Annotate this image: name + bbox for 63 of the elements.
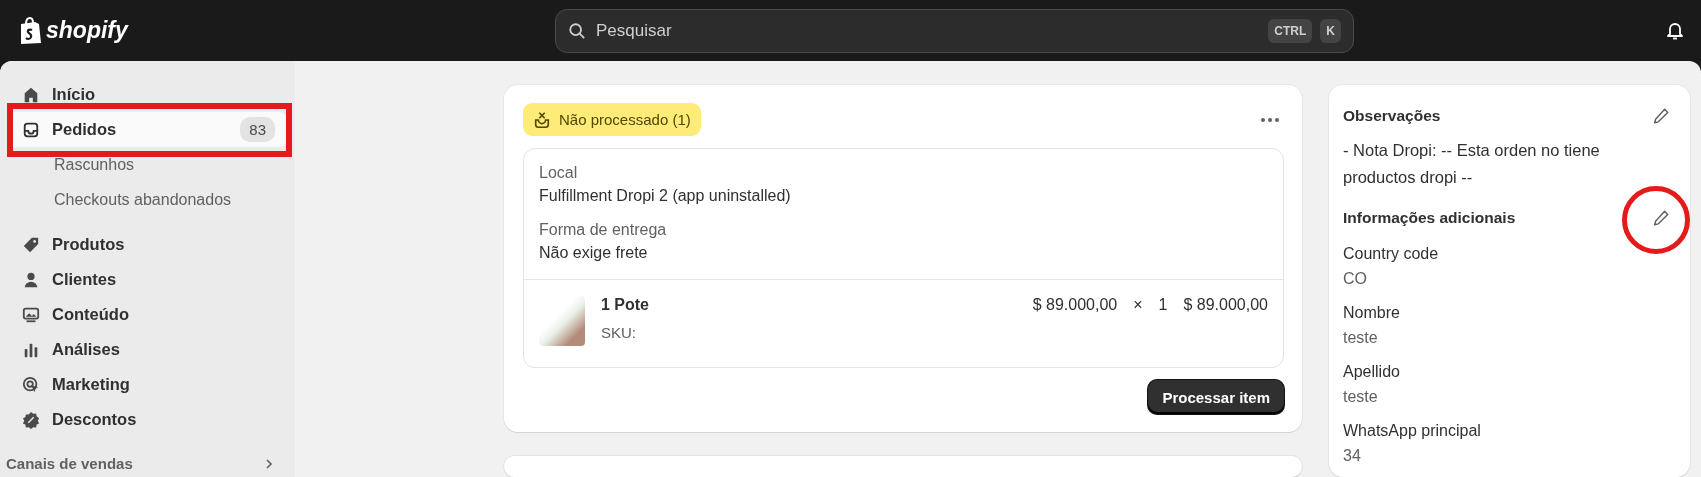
nav-label: Análises	[52, 340, 121, 359]
detail-value: Fulfillment Dropi 2 (app uninstalled)	[539, 187, 792, 205]
chevron-right-icon[interactable]	[263, 457, 275, 470]
person-icon	[22, 270, 40, 289]
nav-label: Clientes	[52, 270, 118, 289]
keyboard-key: CTRL	[1268, 18, 1313, 43]
attribute-value: teste	[1343, 388, 1379, 406]
shopify-logo[interactable]: shopify	[18, 16, 555, 45]
order-note: - Nota Dropi: -- Esta orden no tiene productos dropi --	[1343, 140, 1601, 188]
nav-label: Conteúdo	[52, 305, 130, 324]
nav-subitem[interactable]: Rascunhos	[8, 147, 287, 182]
nav-label: Pedidos	[52, 120, 118, 139]
pencil-icon	[1652, 209, 1670, 227]
image-icon	[22, 305, 40, 324]
search-field[interactable]: Pesquisar	[594, 19, 1261, 42]
card-title: Informações adicionais	[1343, 209, 1516, 227]
nav-item[interactable]: Conteúdo	[8, 297, 287, 332]
detail-label: Forma de entrega	[539, 221, 668, 239]
nav-label: Marketing	[52, 375, 131, 394]
nav-item[interactable]: Início	[8, 77, 287, 112]
process-item-button[interactable]: Processar item	[1148, 380, 1284, 414]
search-icon	[568, 21, 586, 40]
highlight-circle	[1622, 186, 1690, 254]
attribute-label: Nombre	[1343, 304, 1401, 322]
attribute-value: 34	[1343, 447, 1362, 465]
detail-value: Não exige frete	[539, 244, 649, 262]
keyboard-key: K	[1320, 18, 1341, 43]
quantity: 1	[1158, 296, 1168, 314]
shopping-bag-icon	[18, 16, 42, 45]
search-bar[interactable]: Pesquisar CTRL K	[555, 8, 1354, 53]
section-heading: Canais de vendas	[6, 455, 133, 472]
home-icon	[22, 85, 40, 104]
card-title: Observações	[1343, 107, 1441, 125]
status-badge: Não processado (1)	[523, 103, 701, 136]
nav-label: Descontos	[52, 410, 138, 429]
unfulfilled-icon	[533, 110, 551, 129]
nav-label: Produtos	[52, 235, 126, 254]
pencil-icon	[1652, 107, 1670, 125]
line-total: $ 89.000,00	[1183, 296, 1268, 314]
nav-item[interactable]: Marketing	[8, 367, 287, 402]
target-cursor-icon	[22, 375, 40, 394]
nav-item[interactable]: Produtos	[8, 227, 287, 262]
attribute-label: Apellido	[1343, 363, 1401, 381]
multiply-sign: ×	[1133, 296, 1143, 314]
inbox-icon	[22, 120, 40, 139]
order-count: 83	[240, 117, 275, 142]
nav-item[interactable]: Clientes	[8, 262, 287, 297]
nav-label: Início	[52, 85, 97, 104]
product-name[interactable]: 1 Pote	[601, 296, 1017, 314]
discount-badge-icon	[22, 410, 40, 429]
bell-icon[interactable]	[1665, 20, 1685, 41]
attribute-label: WhatsApp principal	[1343, 422, 1482, 440]
attribute-value: CO	[1343, 270, 1368, 288]
detail-label: Local	[539, 164, 579, 182]
nav-subitem[interactable]: Checkouts abandonados	[8, 182, 287, 217]
nav-item[interactable]: Análises	[8, 332, 287, 367]
unit-price: $ 89.000,00	[1032, 296, 1118, 314]
attribute-label: Country code	[1343, 245, 1440, 263]
tag-icon	[22, 235, 40, 254]
more-icon	[1260, 116, 1280, 123]
nav-item[interactable]: Descontos	[8, 402, 287, 437]
sku-label: SKU:	[601, 324, 637, 341]
attribute-value: teste	[1343, 329, 1379, 347]
